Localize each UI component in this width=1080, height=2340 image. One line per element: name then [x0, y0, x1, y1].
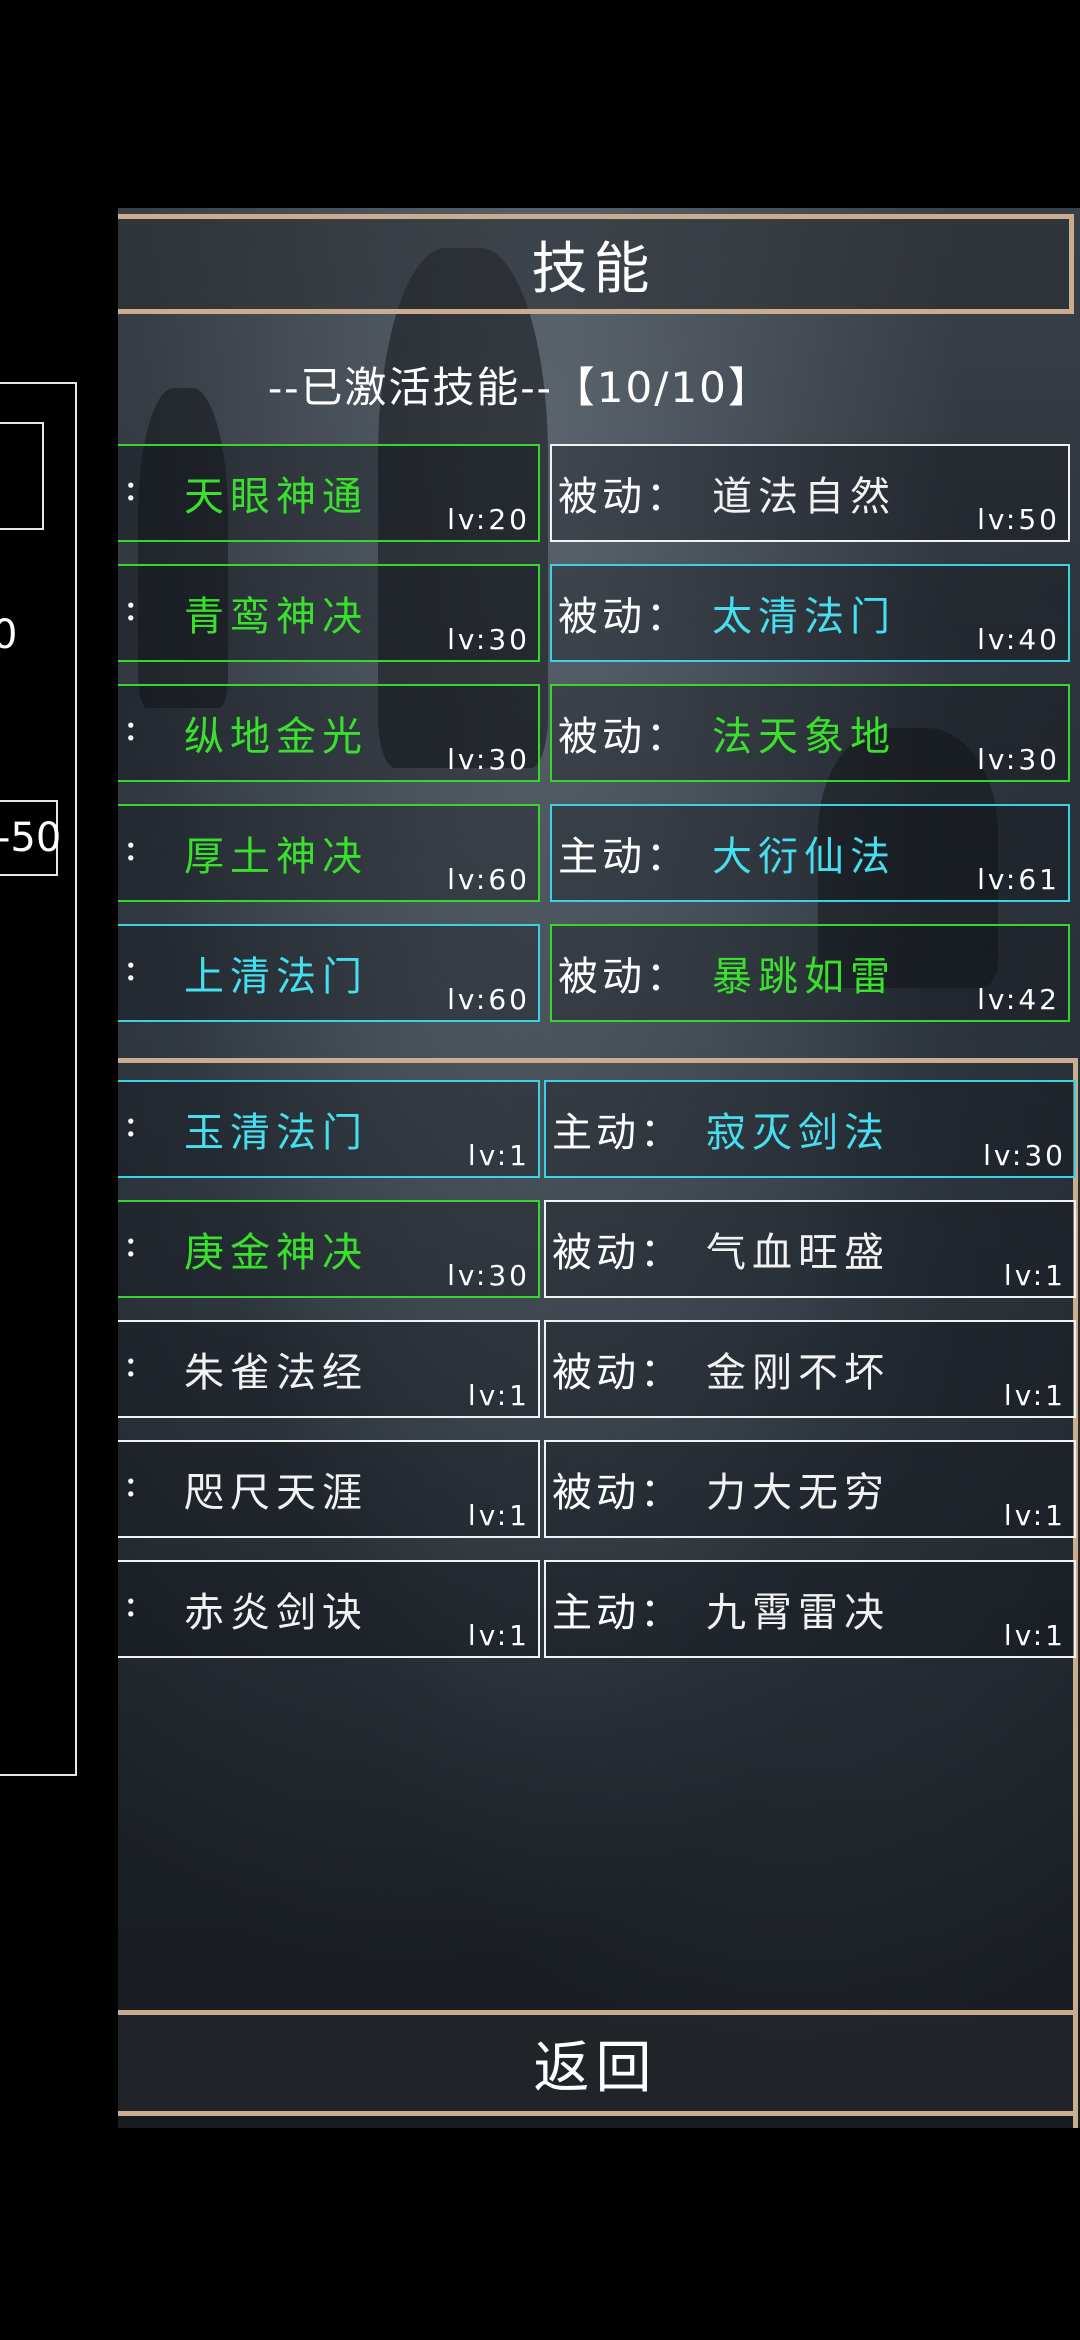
- skill-name: 大衍仙法: [712, 834, 896, 880]
- skill-name: 法天象地: [712, 714, 896, 760]
- skill-item[interactable]: 主动： 大衍仙法 lv:61: [550, 804, 1070, 902]
- skill-item[interactable]: : 朱雀法经 lv:1: [118, 1320, 540, 1418]
- skill-name: 玉清法门: [184, 1110, 368, 1156]
- active-skills-count: 【10/10】: [552, 363, 772, 412]
- skill-level: lv:61: [977, 863, 1060, 896]
- background-value-box: -50: [0, 800, 61, 876]
- skill-level: lv:42: [977, 983, 1060, 1016]
- skill-level: lv:1: [1003, 1259, 1066, 1292]
- skill-type: 被动：: [558, 714, 690, 760]
- skill-name: 太清法门: [712, 594, 896, 640]
- skill-type-colon: :: [124, 464, 142, 510]
- skill-type: 主动：: [552, 1590, 684, 1636]
- skill-type: 被动：: [552, 1470, 684, 1516]
- skill-level: lv:1: [1003, 1499, 1066, 1532]
- skill-name: 道法自然: [712, 474, 896, 520]
- skill-item[interactable]: : 赤炎剑诀 lv:1: [118, 1560, 540, 1658]
- skill-type: 被动：: [558, 594, 690, 640]
- skill-name: 气血旺盛: [706, 1230, 890, 1276]
- skill-type: 被动：: [558, 474, 690, 520]
- skill-level: lv:1: [467, 1139, 530, 1172]
- skill-type-colon: :: [124, 1220, 142, 1266]
- skill-level: lv:20: [447, 503, 530, 536]
- skill-type: 主动：: [552, 1110, 684, 1156]
- skill-item[interactable]: : 青鸾神决 lv:30: [118, 564, 540, 662]
- skill-type-colon: :: [124, 1100, 142, 1146]
- skill-type: 主动：: [558, 834, 690, 880]
- background-value: 0: [0, 612, 18, 658]
- skill-level: lv:50: [977, 503, 1060, 536]
- page-title: 技能: [118, 214, 1074, 314]
- skill-type: 被动：: [552, 1230, 684, 1276]
- skill-item[interactable]: : 庚金神决 lv:30: [118, 1200, 540, 1298]
- skill-item[interactable]: : 天眼神通 lv:20: [118, 444, 540, 542]
- skill-type: 被动：: [558, 954, 690, 1000]
- skill-item[interactable]: : 纵地金光 lv:30: [118, 684, 540, 782]
- skill-type: 被动：: [552, 1350, 684, 1396]
- skill-name: 青鸾神决: [184, 594, 368, 640]
- skill-type-colon: :: [124, 584, 142, 630]
- background-panel-box: [0, 422, 44, 530]
- skill-level: lv:1: [467, 1619, 530, 1652]
- skill-level: lv:1: [467, 1499, 530, 1532]
- skill-level: lv:60: [447, 863, 530, 896]
- skill-name: 暴跳如雷: [712, 954, 896, 1000]
- skill-item[interactable]: 被动： 太清法门 lv:40: [550, 564, 1070, 662]
- background-panel: [0, 382, 77, 1776]
- skill-type-colon: :: [124, 1340, 142, 1386]
- skill-item[interactable]: 被动： 金刚不坏 lv:1: [544, 1320, 1076, 1418]
- skill-item[interactable]: 被动： 暴跳如雷 lv:42: [550, 924, 1070, 1022]
- skill-item[interactable]: : 上清法门 lv:60: [118, 924, 540, 1022]
- skill-type-colon: :: [124, 1580, 142, 1626]
- skill-name: 上清法门: [184, 954, 368, 1000]
- skill-level: lv:30: [977, 743, 1060, 776]
- skill-type-colon: :: [124, 824, 142, 870]
- skill-type-colon: :: [124, 704, 142, 750]
- skill-name: 庚金神决: [184, 1230, 368, 1276]
- skill-type-colon: :: [124, 1460, 142, 1506]
- skill-level: lv:40: [977, 623, 1060, 656]
- skill-level: lv:1: [1003, 1619, 1066, 1652]
- skill-item[interactable]: 主动： 九霄雷决 lv:1: [544, 1560, 1076, 1658]
- skills-panel: 技能 --已激活技能--【10/10】 : 天眼神通 lv:20 被动： 道法自然 lv:…: [118, 208, 1080, 2128]
- skill-name: 赤炎剑诀: [184, 1590, 368, 1636]
- skill-item[interactable]: : 咫尺天涯 lv:1: [118, 1440, 540, 1538]
- skill-name: 咫尺天涯: [184, 1470, 368, 1516]
- skill-item[interactable]: 主动： 寂灭剑法 lv:30: [544, 1080, 1076, 1178]
- skill-level: lv:30: [983, 1139, 1066, 1172]
- skill-name: 天眼神通: [184, 474, 368, 520]
- skill-level: lv:30: [447, 1259, 530, 1292]
- skill-level: lv:1: [1003, 1379, 1066, 1412]
- skill-name: 寂灭剑法: [706, 1110, 890, 1156]
- active-skills-header: --已激活技能--【10/10】: [268, 354, 772, 415]
- skill-level: lv:60: [447, 983, 530, 1016]
- skill-name: 纵地金光: [184, 714, 368, 760]
- skill-item[interactable]: 被动： 力大无穷 lv:1: [544, 1440, 1076, 1538]
- skill-level: lv:1: [467, 1379, 530, 1412]
- skill-item[interactable]: : 厚土神决 lv:60: [118, 804, 540, 902]
- skill-name: 九霄雷决: [706, 1590, 890, 1636]
- skill-item[interactable]: : 玉清法门 lv:1: [118, 1080, 540, 1178]
- back-button[interactable]: 返回: [118, 2010, 1078, 2116]
- skill-item[interactable]: 被动： 道法自然 lv:50: [550, 444, 1070, 542]
- skill-name: 朱雀法经: [184, 1350, 368, 1396]
- skill-item[interactable]: 被动： 气血旺盛 lv:1: [544, 1200, 1076, 1298]
- skill-name: 金刚不坏: [706, 1350, 890, 1396]
- skill-name: 力大无穷: [706, 1470, 890, 1516]
- skill-item[interactable]: 被动： 法天象地 lv:30: [550, 684, 1070, 782]
- skill-type-colon: :: [124, 944, 142, 990]
- skill-name: 厚土神决: [184, 834, 368, 880]
- active-skills-label: --已激活技能--: [268, 363, 553, 412]
- skill-level: lv:30: [447, 743, 530, 776]
- skill-level: lv:30: [447, 623, 530, 656]
